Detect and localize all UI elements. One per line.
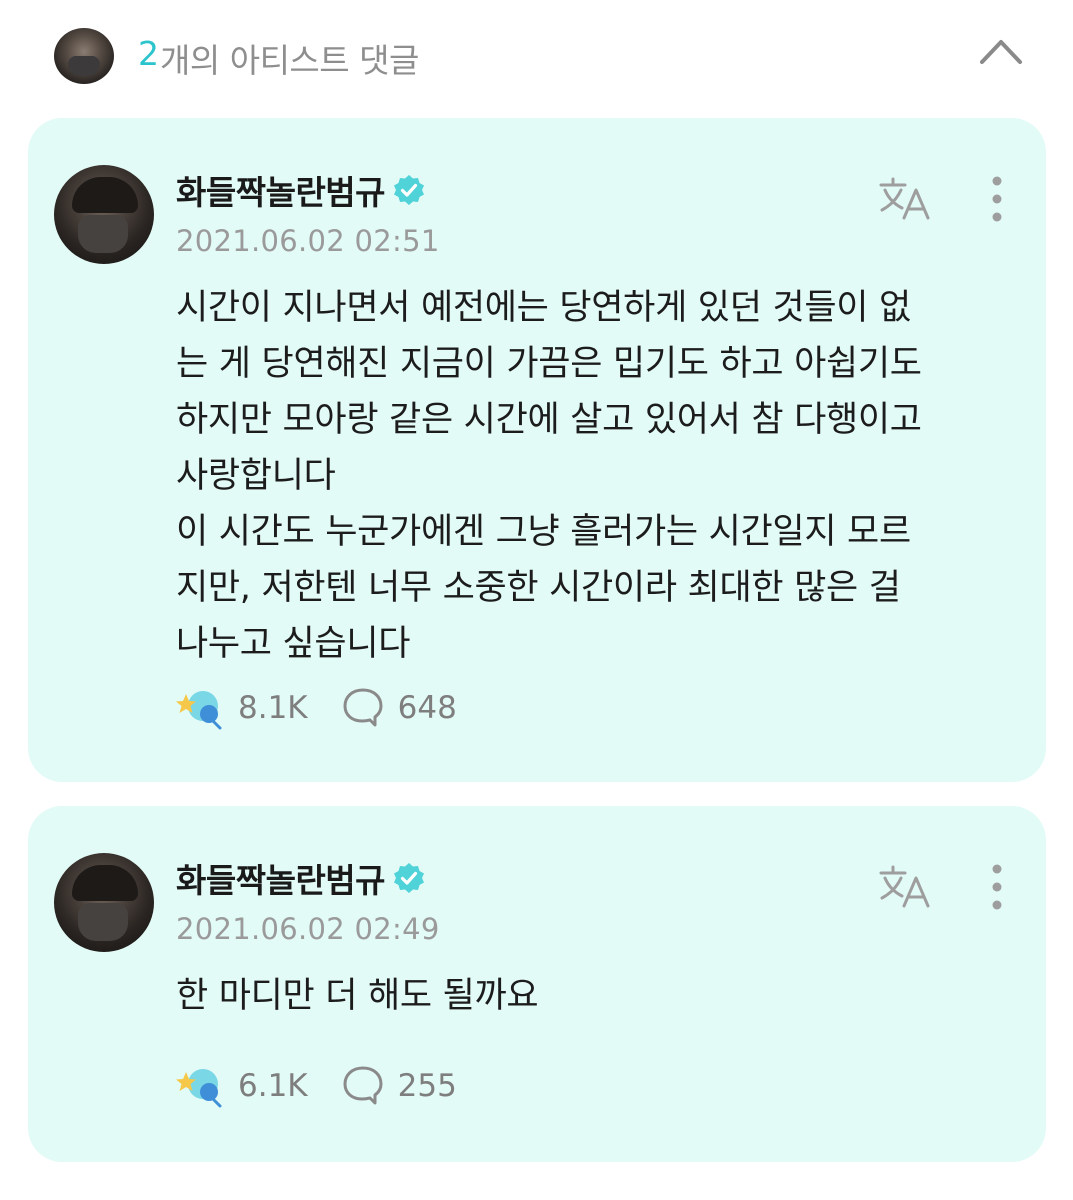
comment-body: 한 마디만 더 해도 될까요 xyxy=(176,976,539,1016)
more-vertical-icon[interactable] xyxy=(988,176,1006,222)
comment-body: 시간이 지나면서 예전에는 당연하게 있던 것들이 없 는 게 당연해진 지금이… xyxy=(176,288,922,664)
artist-comments-header[interactable]: 2 개의 아티스트 댓글 xyxy=(0,0,1073,110)
cheer-icon[interactable] xyxy=(176,686,224,730)
artist-comment-card[interactable]: 화들짝놀란범규 2021.06.02 02:49 한 마디만 더 해도 될까요 … xyxy=(28,806,1046,1162)
artist-avatar xyxy=(54,28,114,84)
cheer-icon[interactable] xyxy=(176,1064,224,1108)
author-name[interactable]: 화들짝놀란범규 xyxy=(176,166,386,214)
reply-bubble-icon[interactable] xyxy=(342,1065,384,1107)
verified-badge-icon xyxy=(394,175,425,205)
artist-comment-title: 개의 아티스트 댓글 xyxy=(160,41,419,80)
translate-icon[interactable] xyxy=(878,864,934,910)
author-name[interactable]: 화들짝놀란범규 xyxy=(176,854,386,902)
reply-bubble-icon[interactable] xyxy=(342,687,384,729)
verified-badge-icon xyxy=(394,863,425,893)
reply-count: 255 xyxy=(397,1068,457,1104)
chevron-up-icon[interactable] xyxy=(978,36,1024,66)
cheer-count: 8.1K xyxy=(238,690,308,726)
avatar[interactable] xyxy=(54,165,154,264)
comment-stats: 6.1K 255 xyxy=(176,1064,457,1108)
cheer-count: 6.1K xyxy=(238,1068,308,1104)
reply-count: 648 xyxy=(397,690,457,726)
translate-icon[interactable] xyxy=(878,176,934,222)
comment-timestamp: 2021.06.02 02:49 xyxy=(176,912,440,946)
artist-comment-card[interactable]: 화들짝놀란범규 2021.06.02 02:51 시간이 지나면서 예전에는 당… xyxy=(28,118,1046,782)
artist-comment-count: 2 xyxy=(138,34,159,73)
author-row: 화들짝놀란범규 xyxy=(176,856,425,900)
avatar[interactable] xyxy=(54,853,154,952)
more-vertical-icon[interactable] xyxy=(988,864,1006,910)
comment-stats: 8.1K 648 xyxy=(176,686,457,730)
comment-timestamp: 2021.06.02 02:51 xyxy=(176,224,440,258)
author-row: 화들짝놀란범규 xyxy=(176,168,425,212)
